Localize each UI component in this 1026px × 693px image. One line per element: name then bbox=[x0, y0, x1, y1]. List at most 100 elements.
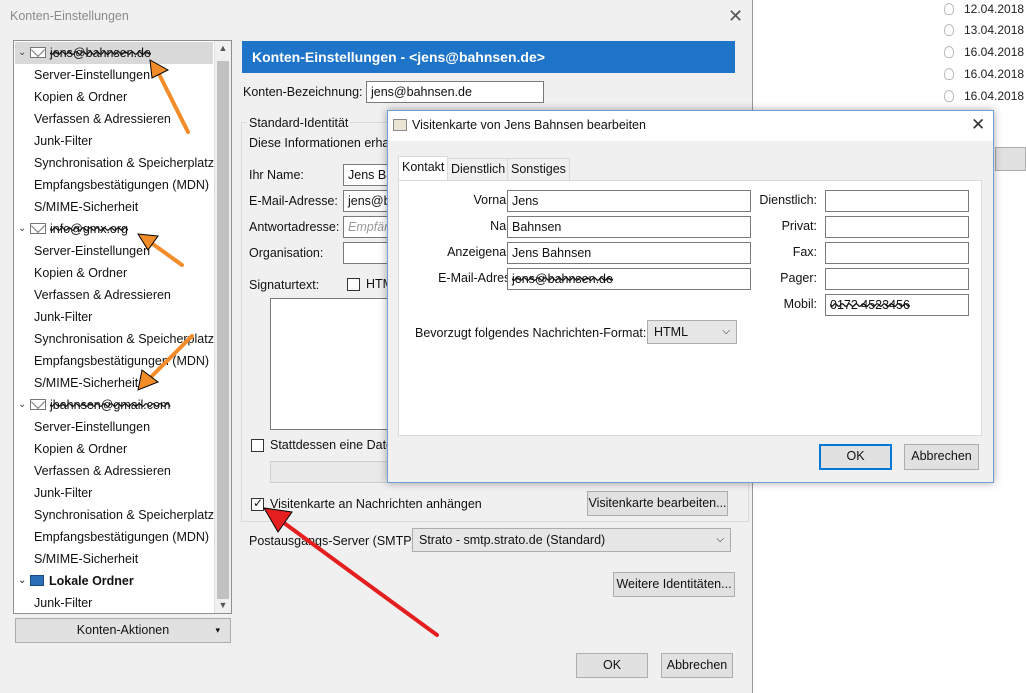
vcard-title: Visitenkarte von Jens Bahnsen bearbeiten bbox=[412, 118, 646, 132]
tree-item-mdn[interactable]: Empfangsbestätigungen (MDN) bbox=[34, 350, 209, 372]
chevron-down-icon: ⌄ bbox=[18, 47, 27, 58]
vcard-ok-button[interactable]: OK bbox=[819, 444, 892, 470]
tree-item-junk[interactable]: Junk-Filter bbox=[34, 130, 92, 152]
tree-item-junk[interactable]: Junk-Filter bbox=[34, 306, 92, 328]
display-name-input[interactable]: Jens Bahnsen bbox=[507, 242, 751, 264]
cancel-button[interactable]: Abbrechen bbox=[661, 653, 733, 678]
mail-icon bbox=[30, 47, 46, 58]
background-button[interactable] bbox=[995, 147, 1026, 171]
reply-label: Antwortadresse: bbox=[249, 220, 340, 234]
account-name-label: Konten-Bezeichnung: bbox=[243, 85, 363, 99]
tab-sonstiges[interactable]: Sonstiges bbox=[507, 158, 570, 180]
account-actions-button[interactable]: Konten-Aktionen ▾ bbox=[15, 618, 231, 643]
email-label: E-Mail-Adresse: bbox=[249, 194, 338, 208]
file-instead-label: Stattdessen eine Datei bbox=[270, 438, 396, 452]
tab-panel: Vorname: Jens Name: Bahnsen Anzeigename:… bbox=[398, 180, 982, 436]
vcard-attach-label: Visitenkarte an Nachrichten anhängen bbox=[270, 497, 482, 511]
flame-icon bbox=[944, 24, 954, 36]
format-value: HTML bbox=[654, 325, 689, 339]
vcard-attach-checkbox[interactable]: ✓ bbox=[251, 496, 264, 511]
vcard-cancel-button[interactable]: Abbrechen bbox=[904, 444, 979, 470]
tree-item-compose[interactable]: Verfassen & Adressieren bbox=[34, 108, 171, 130]
signature-textarea[interactable] bbox=[270, 298, 390, 430]
mobile-input[interactable]: 0172 4523456 bbox=[825, 294, 969, 316]
tree-item-sync[interactable]: Synchronisation & Speicherplatz bbox=[34, 152, 214, 174]
work-phone-input[interactable] bbox=[825, 190, 969, 212]
list-date: 13.04.2018 1 bbox=[964, 23, 1026, 37]
tree-local-folders[interactable]: ⌄ Lokale Ordner bbox=[18, 570, 134, 592]
tree-item-smime[interactable]: S/MIME-Sicherheit bbox=[34, 372, 138, 394]
html-checkbox[interactable] bbox=[347, 278, 360, 291]
tree-item-server[interactable]: Server-Einstellungen bbox=[34, 416, 150, 438]
tree-item-junk[interactable]: Junk-Filter bbox=[34, 482, 92, 504]
account-label: jens@bahnsen.de bbox=[50, 46, 151, 60]
fax-input[interactable] bbox=[825, 242, 969, 264]
account-tree: ⌄ jens@bahnsen.de Server-Einstellungen Ko… bbox=[13, 40, 232, 614]
vcard-dialog: Visitenkarte von Jens Bahnsen bearbeiten… bbox=[387, 110, 994, 483]
last-name-input[interactable]: Bahnsen bbox=[507, 216, 751, 238]
work-phone-label: Dienstlich: bbox=[759, 193, 817, 207]
flame-icon bbox=[944, 46, 954, 58]
flame-icon bbox=[944, 68, 954, 80]
smtp-select[interactable]: Strato - smtp.strato.de (Standard) ⌵ bbox=[412, 528, 731, 552]
email-input[interactable]: jens@bahnsen.de bbox=[507, 268, 751, 290]
email-input[interactable]: jens@b bbox=[343, 190, 393, 212]
tree-item-junk[interactable]: Junk-Filter bbox=[34, 592, 92, 613]
identity-heading: Standard-Identität bbox=[247, 116, 351, 130]
tree-item-server[interactable]: Server-Einstellungen bbox=[34, 240, 150, 262]
tree-item-smime[interactable]: S/MIME-Sicherheit bbox=[34, 196, 138, 218]
scroll-down-icon[interactable]: ▼ bbox=[216, 600, 230, 610]
more-identities-button[interactable]: Weitere Identitäten... bbox=[613, 572, 735, 597]
tree-item-sync[interactable]: Synchronisation & Speicherplatz bbox=[34, 504, 214, 526]
private-phone-input[interactable] bbox=[825, 216, 969, 238]
tree-item-compose[interactable]: Verfassen & Adressieren bbox=[34, 460, 171, 482]
chevron-down-icon: ⌄ bbox=[18, 575, 27, 586]
tree-item-copies[interactable]: Kopien & Ordner bbox=[34, 438, 127, 460]
tree-account-3[interactable]: ⌄ jbahnsen@gmail.com bbox=[18, 394, 170, 416]
format-label: Bevorzugt folgendes Nachrichten-Format: bbox=[415, 326, 647, 340]
local-folders-label: Lokale Ordner bbox=[49, 574, 134, 588]
tree-item-compose[interactable]: Verfassen & Adressieren bbox=[34, 284, 171, 306]
tab-kontakt[interactable]: Kontakt bbox=[398, 156, 449, 181]
pager-input[interactable] bbox=[825, 268, 969, 290]
close-icon[interactable]: ✕ bbox=[728, 6, 743, 27]
tree-item-server[interactable]: Server-Einstellungen bbox=[34, 64, 150, 86]
vcard-edit-button[interactable]: Visitenkarte bearbeiten... bbox=[587, 491, 728, 516]
close-icon[interactable]: ✕ bbox=[971, 115, 985, 135]
card-icon bbox=[393, 119, 407, 131]
tree-item-copies[interactable]: Kopien & Ordner bbox=[34, 86, 127, 108]
smtp-label: Postausgangs-Server (SMTP): bbox=[249, 534, 420, 548]
vcard-titlebar: Visitenkarte von Jens Bahnsen bearbeiten… bbox=[388, 111, 993, 141]
chevron-down-icon: ⌵ bbox=[716, 534, 724, 545]
tree-account-1[interactable]: ⌄ jens@bahnsen.de bbox=[18, 42, 151, 64]
mail-icon bbox=[30, 223, 46, 234]
tree-account-2[interactable]: ⌄ info@gmx.org bbox=[18, 218, 128, 240]
identity-info: Diese Informationen erhalt bbox=[249, 136, 396, 150]
tree-item-smime[interactable]: S/MIME-Sicherheit bbox=[34, 548, 138, 570]
chevron-down-icon: ⌄ bbox=[18, 399, 27, 410]
smtp-value: Strato - smtp.strato.de (Standard) bbox=[419, 533, 606, 547]
tree-item-copies[interactable]: Kopien & Ordner bbox=[34, 262, 127, 284]
account-label: jbahnsen@gmail.com bbox=[50, 398, 171, 412]
organisation-input[interactable] bbox=[343, 242, 393, 264]
your-name-label: Ihr Name: bbox=[249, 168, 304, 182]
list-date: 16.04.2018 1 bbox=[964, 67, 1026, 81]
account-name-input[interactable]: jens@bahnsen.de bbox=[366, 81, 544, 103]
list-date: 16.04.2018 1 bbox=[964, 89, 1026, 103]
file-instead-checkbox[interactable] bbox=[251, 439, 264, 452]
file-path-input[interactable] bbox=[270, 461, 390, 483]
flame-icon bbox=[944, 3, 954, 15]
scroll-up-icon[interactable]: ▲ bbox=[216, 43, 230, 53]
first-name-input[interactable]: Jens bbox=[507, 190, 751, 212]
your-name-input[interactable]: Jens Bah bbox=[343, 164, 393, 186]
tree-item-mdn[interactable]: Empfangsbestätigungen (MDN) bbox=[34, 526, 209, 548]
tab-dienstlich[interactable]: Dienstlich bbox=[447, 158, 510, 180]
format-select[interactable]: HTML ⌵ bbox=[647, 320, 737, 344]
scrollbar-thumb[interactable] bbox=[217, 61, 229, 599]
list-date: 16.04.2018 0 bbox=[964, 45, 1026, 59]
tree-item-mdn[interactable]: Empfangsbestätigungen (MDN) bbox=[34, 174, 209, 196]
tree-item-sync[interactable]: Synchronisation & Speicherplatz bbox=[34, 328, 214, 350]
dialog-title: Konten-Einstellungen bbox=[10, 9, 129, 23]
ok-button[interactable]: OK bbox=[576, 653, 648, 678]
reply-input[interactable]: Empfän bbox=[343, 216, 393, 238]
